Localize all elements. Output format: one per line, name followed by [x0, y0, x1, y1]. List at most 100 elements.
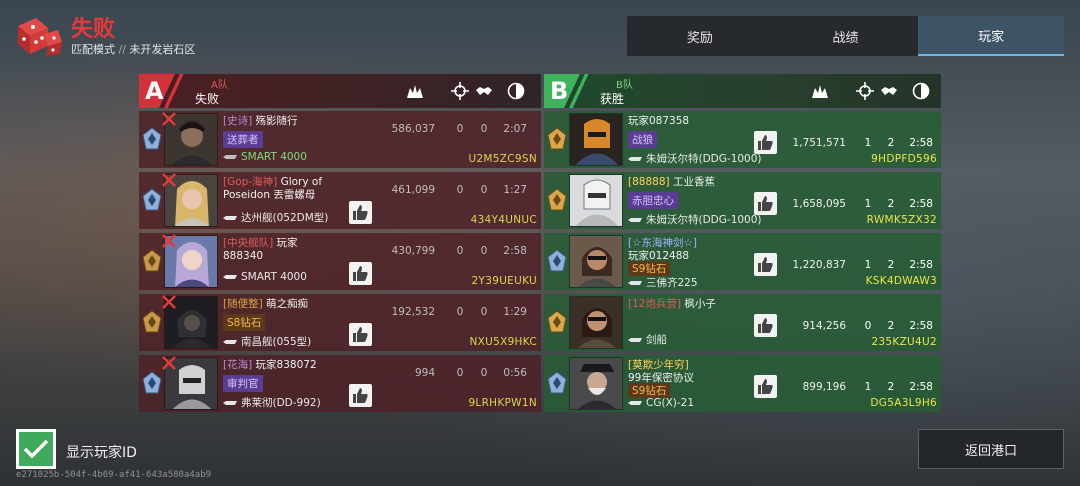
player-time: 1:27	[503, 184, 527, 196]
player-score: 914,256	[802, 320, 846, 332]
player-name: [Gop-海神] Glory of Poseidon 丟雷螺母	[223, 176, 333, 202]
player-time: 2:58	[909, 381, 933, 393]
tab-stats[interactable]: 战绩	[773, 16, 919, 56]
ship-class-icon	[223, 400, 237, 405]
player-title-badge: 审判官	[223, 375, 263, 392]
thumbs-up-icon	[353, 266, 368, 281]
team-b-player-row[interactable]: 玩家087358 战狼 朱姆沃尔特(DDG-1000) 1,751,571 1 …	[544, 111, 941, 168]
player-ship: 三佛齐225	[628, 275, 698, 290]
team-b-player-row[interactable]: [☆东海神剑☆] 玩家012488 S9钻石 三佛齐225 1,220,837 1…	[544, 233, 941, 290]
like-button[interactable]	[349, 262, 372, 285]
like-button[interactable]	[349, 201, 372, 224]
rank-emblem-icon	[547, 310, 567, 333]
player-id: 9LRHKPW1N	[468, 397, 537, 409]
player-clan: [中央舰队]	[223, 237, 274, 249]
player-name: [花海] 玩家838072	[223, 359, 333, 372]
player-score: 1,220,837	[792, 259, 846, 271]
ship-name: 三佛齐225	[646, 277, 698, 289]
rank-emblem-icon	[547, 249, 567, 272]
checkbox-fill	[19, 432, 53, 466]
tab-rewards[interactable]: 奖励	[627, 16, 773, 56]
player-kills: 1	[864, 381, 872, 393]
team-b-player-row[interactable]: [88888] 工业香蕉 赤胆忠心 朱姆沃尔特(DDG-1000) 1,658,…	[544, 172, 941, 229]
kill-crosshair-icon	[856, 82, 874, 100]
kill-crosshair-icon	[451, 82, 469, 100]
team-a-player-row[interactable]: [花海] 玩家838072 审判官 弗莱彻(DD-992) 994 0 0 0:…	[139, 355, 541, 412]
like-button[interactable]	[349, 384, 372, 407]
player-clan: [88888]	[628, 176, 670, 188]
ship-class-icon	[223, 215, 237, 220]
ship-class-icon	[628, 156, 642, 161]
player-name: 玩家087358	[628, 115, 738, 128]
team-a-player-row[interactable]: [Gop-海神] Glory of Poseidon 丟雷螺母 达州舰(052D…	[139, 172, 541, 229]
team-b-header: B B队 获胜	[544, 74, 941, 108]
ship-name: 南昌舰(055型)	[241, 336, 312, 348]
ship-class-icon	[628, 217, 642, 222]
player-portrait	[569, 296, 623, 349]
player-score: 192,532	[391, 306, 435, 318]
team-a-player-row[interactable]: [中央舰队] 玩家888340 SMART 4000 430,799 0 0 2…	[139, 233, 541, 290]
team-b-player-row[interactable]: [12炮兵营] 枫小子 剑船 914,256 0 2 2:58 235KZU4U…	[544, 294, 941, 351]
player-nickname: 殇影随行	[255, 115, 298, 127]
team-a-player-row[interactable]: [随便整] 萌之痴痴 S8钻石 南昌舰(055型) 192,532 0 0 1:…	[139, 294, 541, 351]
player-assists: 0	[480, 245, 488, 257]
player-id: 9HDPFD596	[871, 153, 937, 165]
team-a-header: A A队 失败	[139, 74, 541, 108]
player-ship: CG(X)-21	[628, 397, 694, 409]
team-a-letter: A	[139, 74, 185, 108]
player-portrait	[569, 113, 623, 166]
player-clan: [12炮兵营]	[628, 298, 682, 310]
player-assists: 2	[887, 381, 895, 393]
like-button[interactable]	[349, 323, 372, 346]
team-a-player-row[interactable]: [史诗] 殇影随行 送葬者 SMART 4000 586,037 0 0 2:0…	[139, 111, 541, 168]
team-b-letter: B	[544, 74, 590, 108]
thumbs-up-icon	[353, 388, 368, 403]
ship-name: 朱姆沃尔特(DDG-1000)	[646, 214, 762, 226]
player-assists: 0	[480, 123, 488, 135]
player-score: 899,196	[802, 381, 846, 393]
player-id: DG5A3L9H6	[870, 397, 937, 409]
ship-class-icon	[628, 280, 642, 285]
ship-name: SMART 4000	[241, 271, 307, 283]
player-nickname: 玩家087358	[628, 115, 690, 127]
ship-name: 弗莱彻(DD-992)	[241, 397, 321, 409]
mode-separator: //	[118, 43, 126, 56]
rank-emblem-icon	[142, 249, 162, 272]
thumbs-up-icon	[758, 196, 773, 211]
damage-icon	[812, 85, 828, 98]
dice-logo-icon	[18, 18, 62, 56]
player-assists: 0	[480, 184, 488, 196]
player-kills: 0	[456, 306, 464, 318]
player-ship: 达州舰(052DM型)	[223, 210, 328, 225]
player-portrait	[569, 235, 623, 288]
thumbs-up-icon	[758, 257, 773, 272]
player-name: [☆东海神剑☆] 玩家012488	[628, 237, 738, 263]
player-score: 586,037	[391, 123, 435, 135]
team-a-name: A队	[211, 80, 228, 91]
team-b-player-row[interactable]: [莫欺少年穷] 99年保密协议 S9钻石 CG(X)-21 899,196 1 2…	[544, 355, 941, 412]
player-time: 2:07	[503, 123, 527, 135]
player-portrait	[569, 174, 623, 227]
match-mode: 匹配模式	[71, 43, 115, 56]
player-score: 461,099	[391, 184, 435, 196]
show-player-id-checkbox[interactable]	[16, 429, 56, 469]
player-score: 994	[414, 367, 435, 379]
ship-name: 达州舰(052DM型)	[241, 212, 329, 224]
player-ship: SMART 4000	[223, 271, 307, 283]
player-kills: 1	[864, 198, 872, 210]
player-nickname: 工业香蕉	[672, 176, 715, 188]
player-assists: 2	[887, 137, 895, 149]
ship-class-icon	[223, 155, 237, 159]
ship-class-icon	[628, 337, 642, 342]
player-time: 2:58	[503, 245, 527, 257]
return-to-port-button[interactable]: 返回港口	[918, 429, 1064, 469]
player-ship: 南昌舰(055型)	[223, 334, 311, 349]
player-ship: SMART 4000	[223, 151, 307, 163]
player-name: [莫欺少年穷] 99年保密协议	[628, 359, 738, 385]
team-b-name: B队	[616, 80, 633, 91]
ship-name: 朱姆沃尔特(DDG-1000)	[646, 153, 762, 165]
player-clan: [☆东海神剑☆]	[628, 237, 698, 249]
player-time: 0:56	[503, 367, 527, 379]
player-score: 430,799	[391, 245, 435, 257]
tab-players[interactable]: 玩家	[918, 16, 1065, 56]
